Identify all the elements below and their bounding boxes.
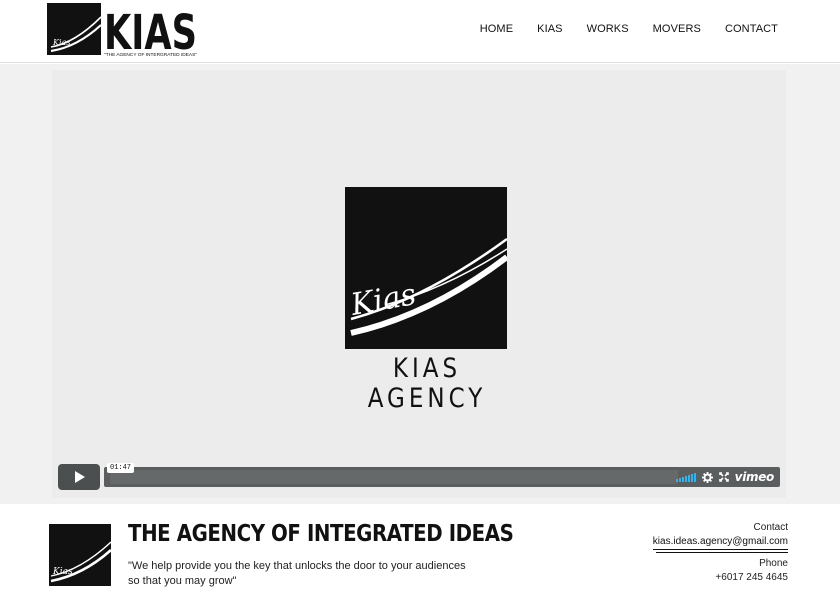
video-logo-mark: Kias [345,187,507,349]
volume-icon[interactable] [675,472,696,482]
main-nav: HOME KIAS WORKS MOVERS CONTACT [480,23,778,35]
video-title: KIAS AGENCY [367,354,487,414]
contact-divider [656,552,788,553]
phone-number: +6017 245 4645 [715,572,788,583]
play-icon [75,471,85,483]
nav-movers[interactable]: MOVERS [653,23,701,35]
nav-home[interactable]: HOME [480,23,513,35]
footer-logo-script: Kias [52,567,73,577]
nav-contact[interactable]: CONTACT [725,23,778,35]
control-icons: vimeo [675,469,775,485]
phone-label: Phone [759,558,788,569]
control-bar: 01:47 vimeo [104,463,780,487]
video-controls: 01:47 vimeo [58,463,780,490]
progress-track[interactable]: 01:47 [107,463,678,484]
video-player[interactable]: Kias KIAS AGENCY 01:47 vimeo [52,70,786,498]
settings-icon[interactable] [701,471,713,483]
hero-section: Kias KIAS AGENCY 01:47 vimeo [0,64,840,504]
vimeo-logo[interactable]: vimeo [735,470,775,484]
contact-label: Contact [753,522,788,533]
nav-works[interactable]: WORKS [587,23,629,35]
fullscreen-icon[interactable] [718,472,729,482]
contact-block: Contact kias.ideas.agency@gmail.com Phon… [588,521,788,585]
time-display: 01:47 [107,463,135,473]
logo-slogan: "THE AGENCY OF INTERGRATED IDEAS" [104,52,198,57]
site-header: Kias KIAS "THE AGENCY OF INTERGRATED IDE… [0,0,840,63]
play-button[interactable] [58,464,100,490]
email-link[interactable]: kias.ideas.agency@gmail.com [652,535,788,550]
logo-wordmark: KIAS [104,5,197,57]
footer-heading: THE AGENCY OF INTEGRATED IDEAS [128,521,514,547]
footer-logo[interactable]: Kias [49,524,111,586]
nav-kias[interactable]: KIAS [537,23,562,35]
kias-logo[interactable]: Kias KIAS "THE AGENCY OF INTERGRATED IDE… [47,3,199,57]
footer-quote: "We help provide you the key that unlock… [128,560,466,587]
site-footer: Kias THE AGENCY OF INTEGRATED IDEAS "We … [0,504,840,603]
logo-script: Kias [52,38,70,47]
